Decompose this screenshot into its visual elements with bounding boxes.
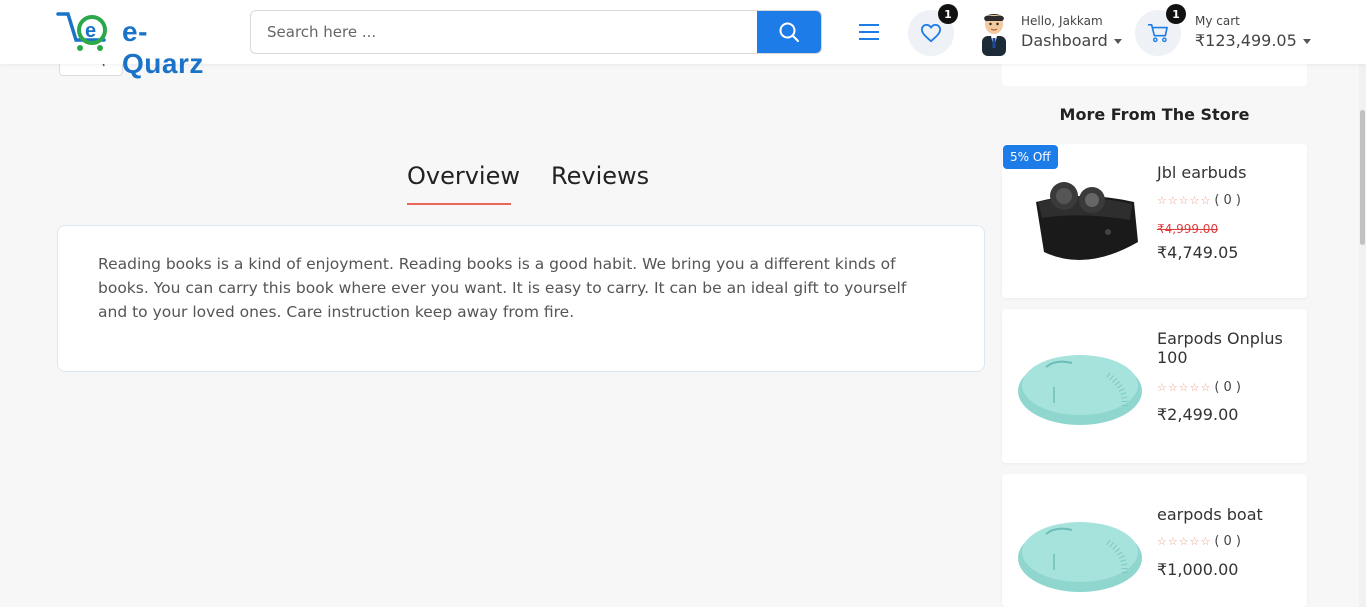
search-input[interactable] <box>251 11 759 53</box>
search-bar <box>250 10 822 54</box>
search-icon <box>779 22 799 42</box>
cart-total-dropdown[interactable]: ₹123,499.05 <box>1195 31 1311 50</box>
wishlist-count-badge: 1 <box>938 4 958 24</box>
product-card[interactable]: 5% Off Jbl earbuds ☆☆☆☆☆( 0 ) ₹4,999.00 … <box>1002 144 1307 298</box>
rating-count: ( 0 ) <box>1214 380 1241 395</box>
product-image <box>1018 522 1142 592</box>
rating-stars: ☆☆☆☆☆( 0 ) <box>1157 534 1241 549</box>
tab-reviews[interactable]: Reviews <box>551 162 649 190</box>
discount-badge: 5% Off <box>1003 145 1058 169</box>
product-name: Earpods Onplus 100 <box>1157 329 1283 367</box>
logo[interactable]: e e-Quarz <box>56 10 216 79</box>
product-description: Reading books is a kind of enjoyment. Re… <box>98 255 907 321</box>
product-price: ₹2,499.00 <box>1157 405 1239 424</box>
active-tab-indicator <box>407 203 511 205</box>
chevron-down-icon <box>1113 39 1122 44</box>
rating-stars: ☆☆☆☆☆( 0 ) <box>1157 193 1241 208</box>
header: e e-Quarz 1 Hello, <box>0 0 1366 79</box>
dashboard-dropdown[interactable]: Dashboard <box>1021 31 1122 50</box>
avatar[interactable] <box>976 8 1012 56</box>
more-from-store-title: More From The Store <box>1059 105 1250 124</box>
hamburger-menu-icon[interactable] <box>858 22 880 42</box>
user-greeting: Hello, Jakkam <box>1021 14 1103 28</box>
product-price: ₹4,749.05 <box>1157 243 1239 262</box>
dashboard-label: Dashboard <box>1021 31 1108 50</box>
svg-text:e: e <box>85 20 96 42</box>
product-card[interactable]: Earpods Onplus 100 ☆☆☆☆☆( 0 ) ₹2,499.00 <box>1002 309 1307 463</box>
cart-label: My cart <box>1195 14 1240 28</box>
cart-total-value: ₹123,499.05 <box>1195 31 1297 50</box>
overview-panel: Reading books is a kind of enjoyment. Re… <box>57 225 985 372</box>
chevron-down-icon <box>1302 39 1311 44</box>
scrollbar-thumb[interactable] <box>1360 110 1365 245</box>
cart-count-badge: 1 <box>1166 4 1186 24</box>
product-name: earpods boat <box>1157 505 1263 524</box>
rating-stars: ☆☆☆☆☆( 0 ) <box>1157 380 1241 395</box>
rating-count: ( 0 ) <box>1214 534 1241 549</box>
product-image <box>1018 355 1142 425</box>
original-price: ₹4,999.00 <box>1157 222 1219 236</box>
logo-text: e-Quarz <box>122 16 204 79</box>
product-image <box>1036 182 1138 260</box>
product-card[interactable]: earpods boat ☆☆☆☆☆( 0 ) ₹1,000.00 <box>1002 474 1307 607</box>
cart-logo-icon: e <box>56 12 107 51</box>
heart-icon <box>920 23 942 43</box>
product-price: ₹1,000.00 <box>1157 560 1239 579</box>
rating-count: ( 0 ) <box>1214 193 1241 208</box>
cart-icon <box>1148 24 1168 43</box>
tab-overview[interactable]: Overview <box>407 162 520 190</box>
sidebar-top-card <box>1002 64 1307 86</box>
product-name: Jbl earbuds <box>1157 163 1247 182</box>
search-button[interactable] <box>757 11 821 53</box>
